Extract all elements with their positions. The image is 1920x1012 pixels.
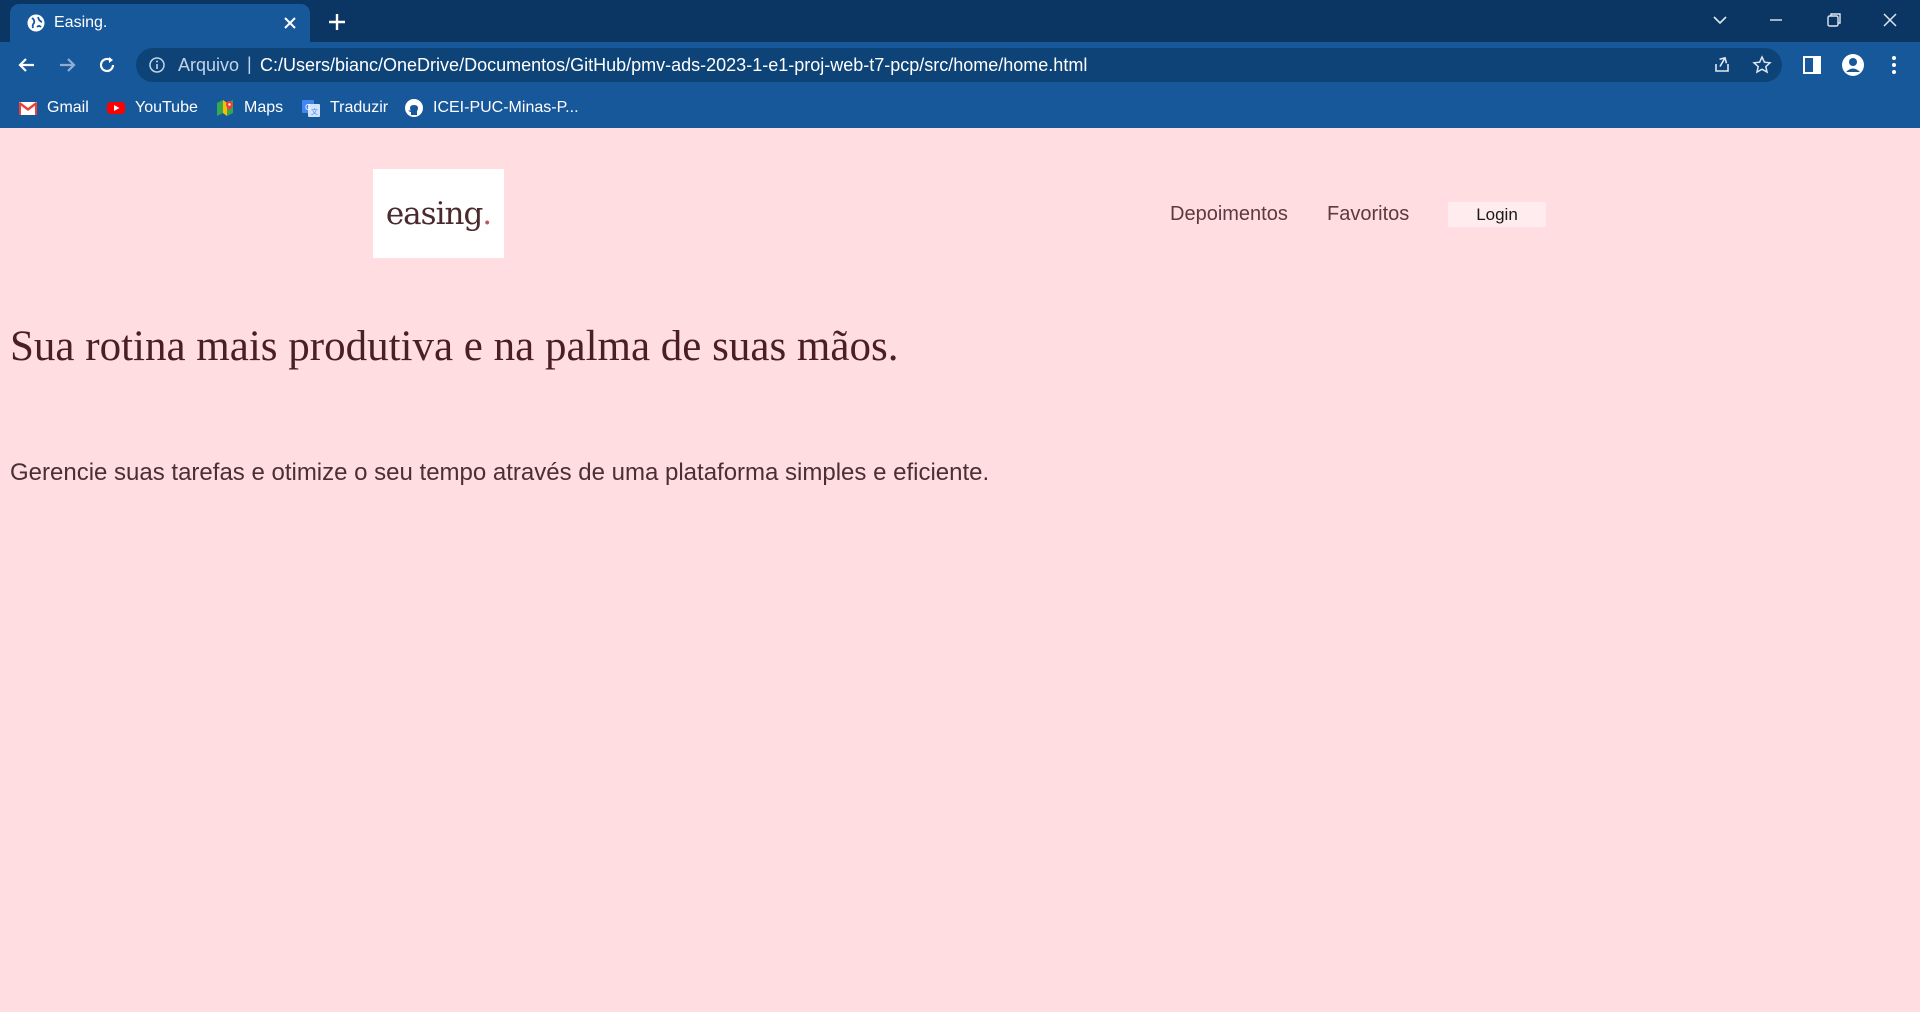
bookmark-maps[interactable]: Maps — [215, 96, 283, 120]
bookmark-label: Gmail — [47, 99, 89, 116]
new-tab-icon[interactable] — [324, 9, 350, 35]
reload-button[interactable] — [92, 50, 122, 80]
close-window-button[interactable] — [1862, 0, 1918, 40]
bookmark-label: Maps — [244, 99, 284, 116]
bookmark-icei-puc-minas[interactable]: ICEI-PUC-Minas-P... — [404, 96, 579, 120]
url-text[interactable]: C:/Users/bianc/OneDrive/Documentos/GitHu… — [260, 55, 1087, 75]
side-panel-icon[interactable] — [1800, 53, 1824, 77]
logo-text: easing. — [385, 195, 492, 232]
browser-tab[interactable]: Easing. — [10, 4, 310, 42]
share-icon[interactable] — [1712, 55, 1732, 75]
minimize-button[interactable] — [1748, 0, 1804, 40]
back-button[interactable] — [12, 50, 42, 80]
close-icon — [1883, 13, 1897, 27]
forward-button[interactable] — [52, 50, 82, 80]
tab-search-button[interactable] — [1692, 0, 1748, 40]
bookmark-label: Traduzir — [330, 99, 389, 116]
bookmark-star-icon[interactable] — [1752, 55, 1772, 75]
bookmark-youtube[interactable]: YouTube — [106, 96, 198, 120]
nav-depoimentos-link[interactable]: Depoimentos — [1170, 202, 1288, 226]
address-bar[interactable]: Arquivo | C:/Users/bianc/OneDrive/Docume… — [136, 48, 1782, 82]
bookmark-gmail[interactable]: Gmail — [18, 96, 89, 120]
login-button[interactable]: Login — [1448, 202, 1546, 227]
bookmark-label: YouTube — [135, 99, 198, 116]
address-separator: | — [247, 54, 252, 74]
reload-icon — [99, 57, 115, 73]
chevron-down-icon — [1713, 16, 1727, 25]
nav-favoritos-link[interactable]: Favoritos — [1327, 202, 1409, 226]
scheme-label: Arquivo — [178, 55, 240, 75]
maps-icon — [217, 100, 234, 116]
tab-title: Easing. — [54, 14, 108, 31]
bookmark-traduzir[interactable]: G 文 Traduzir — [301, 96, 388, 120]
hero-subtext: Gerencie suas tarefas e otimize o seu te… — [10, 459, 990, 486]
page-content: easing. Depoimentos Favoritos Login Sua … — [0, 128, 1920, 1012]
tab-strip: Easing. — [0, 0, 1920, 42]
hero-headline: Sua rotina mais produtiva e na palma de … — [10, 323, 899, 370]
globe-icon — [27, 14, 45, 32]
gmail-icon — [18, 102, 38, 115]
bookmarks-bar: Gmail YouTube Maps G 文 Traduzir ICEI-PUC… — [0, 88, 1920, 128]
profile-icon[interactable] — [1841, 53, 1865, 77]
more-options-icon[interactable] — [1882, 53, 1906, 77]
github-icon — [405, 99, 423, 117]
bookmark-label: ICEI-PUC-Minas-P... — [433, 99, 579, 116]
minimize-icon — [1770, 19, 1782, 21]
restore-button[interactable] — [1806, 0, 1862, 40]
info-icon[interactable] — [148, 56, 166, 74]
easing-logo[interactable]: easing. — [373, 169, 504, 258]
arrow-right-icon — [60, 58, 76, 72]
close-tab-icon[interactable] — [280, 13, 300, 33]
translate-icon: G 文 — [302, 100, 320, 117]
svg-text:文: 文 — [311, 107, 318, 116]
restore-icon — [1827, 13, 1841, 27]
browser-toolbar: Arquivo | C:/Users/bianc/OneDrive/Docume… — [0, 42, 1920, 88]
arrow-left-icon — [18, 58, 34, 72]
youtube-icon — [107, 102, 125, 114]
